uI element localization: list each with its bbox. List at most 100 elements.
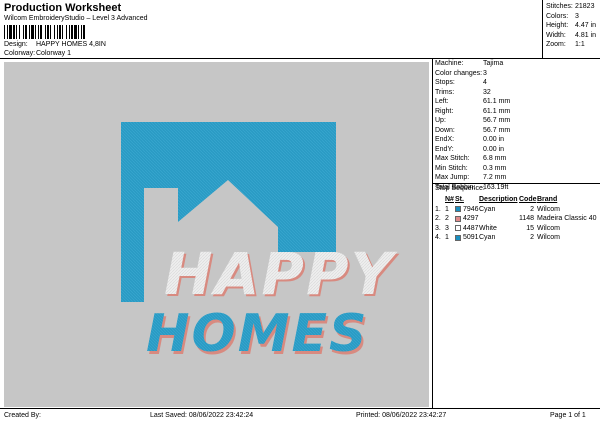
stitch-count: 5091 <box>463 234 479 241</box>
machine-details: Machine: Tajima Color changes: 3 Stops: 4 Trim… <box>435 59 600 192</box>
detail-label: Right: <box>435 107 454 115</box>
detail-value: 0.00 in <box>483 136 505 143</box>
stop-sequence-table: N# St. Description Code Brand 1. 1 7946 Cya… <box>435 195 600 243</box>
detail-value: 61.1 mm <box>483 107 511 115</box>
design-name: HAPPY HOMES 4,8IN <box>36 41 106 48</box>
stat-zoom: Zoom: 1:1 <box>546 41 585 48</box>
detail-label: Max Stitch: <box>435 155 470 162</box>
detail-row: Left: 61.1 mm <box>435 97 600 107</box>
footer-created-by: Created By: <box>4 412 41 419</box>
needle-number: 3 <box>445 224 449 232</box>
thread-brand: Madeira Classic 40 <box>537 215 597 222</box>
stitch-count-cell: 4297 <box>455 214 479 224</box>
stop-index: 3. <box>435 224 441 232</box>
detail-value: 56.7 mm <box>483 117 511 124</box>
thread-description <box>479 214 519 224</box>
worksheet-title: Production Worksheet <box>4 2 122 14</box>
thread-color-swatch <box>455 206 461 213</box>
detail-value: 0.00 in <box>483 145 505 153</box>
needle-number: 2 <box>445 215 449 222</box>
detail-label: EndX: <box>435 136 455 143</box>
stop-index: 2. <box>435 215 441 222</box>
detail-row: Right: 61.1 mm <box>435 107 600 117</box>
detail-label: EndY: <box>435 145 454 153</box>
detail-value: 163.19ft <box>483 183 509 191</box>
thread-code: 2 <box>530 234 534 241</box>
stitch-count: 7946 <box>463 205 479 213</box>
detail-label: Min Stitch: <box>435 164 468 172</box>
stop-table-header: N# St. Description Code Brand <box>445 196 558 203</box>
detail-row: EndX: 0.00 in <box>435 135 600 145</box>
detail-row: Up: 56.7 mm <box>435 116 600 126</box>
design-label: Design: <box>4 41 28 48</box>
detail-label: Max Jump: <box>435 174 470 181</box>
detail-label: Color changes: <box>435 69 483 77</box>
details-divider <box>432 58 433 408</box>
detail-label: Machine: <box>435 60 464 67</box>
detail-label: Left: <box>435 98 449 105</box>
thread-brand: Wilcom <box>537 234 560 241</box>
design-text-homes: HOMES <box>146 304 368 364</box>
thread-description: Cyan <box>479 234 496 241</box>
thread-description: Cyan <box>479 205 496 213</box>
stop-index: 4. <box>435 234 441 241</box>
stat-stitches: Stitches: 21823 <box>546 3 595 10</box>
stop-row: 2. 2 4297 1148 Madeira Classic 40 <box>435 214 600 224</box>
detail-label: Trims: <box>435 88 455 96</box>
thread-color-swatch <box>455 234 461 241</box>
detail-value: 6.8 mm <box>483 155 507 162</box>
needle-number: 1 <box>445 234 449 241</box>
detail-value: 7.2 mm <box>483 174 507 181</box>
stop-index: 1. <box>435 205 441 213</box>
stats-panel: Stitches: 21823 Colors: 3 Height: 4.47 in W… <box>546 2 600 50</box>
footer-last-saved: Last Saved: 08/06/2022 23:42:24 <box>150 412 254 419</box>
thread-description: White <box>479 224 497 232</box>
stitch-count: 4297 <box>463 215 479 222</box>
detail-label: Down: <box>435 126 455 134</box>
thread-code: 15 <box>526 224 534 232</box>
stat-height: Height: 4.47 in <box>546 22 597 29</box>
software-name: Wilcom EmbroideryStudio – Level 3 Advanc… <box>4 15 148 22</box>
stat-width: Width: 4.81 in <box>546 31 597 39</box>
thread-color-swatch <box>455 215 461 222</box>
detail-value: 3 <box>483 69 487 77</box>
stop-row: 3. 3 4487 White 15 Wilcom <box>435 224 600 234</box>
detail-row: Down: 56.7 mm <box>435 126 600 136</box>
footer-divider <box>0 408 600 409</box>
thread-brand: Wilcom <box>537 224 560 232</box>
stat-colors: Colors: 3 <box>546 12 579 20</box>
design-barcode <box>4 25 141 39</box>
design-preview: HAPPY HAPPY HOMES HOMES <box>4 62 429 407</box>
stitch-count-cell: 4487 <box>455 224 479 234</box>
colorway-label: Colorway: <box>4 50 36 57</box>
needle-number: 1 <box>445 205 449 213</box>
detail-row: Max Stitch: 6.8 mm <box>435 154 600 164</box>
design-text-happy-fill: HAPPY <box>164 240 397 308</box>
detail-row: Trims: 32 <box>435 88 600 98</box>
detail-row: EndY: 0.00 in <box>435 145 600 155</box>
thread-color-swatch <box>455 225 461 232</box>
design-row: Design: HAPPY HOMES 4,8IN <box>4 41 106 48</box>
detail-value: 32 <box>483 88 491 96</box>
detail-row: Min Stitch: 0.3 mm <box>435 164 600 174</box>
thread-code: 1148 <box>519 215 535 222</box>
footer-printed: Printed: 08/06/2022 23:42:27 <box>356 412 447 419</box>
detail-row: Stops: 4 <box>435 78 600 88</box>
detail-label: Stops: <box>435 79 455 86</box>
colorway-name: Colorway 1 <box>36 50 72 57</box>
embroidery-design: HAPPY HAPPY HOMES HOMES <box>121 122 397 367</box>
detail-value: 4 <box>483 79 487 86</box>
detail-row: Machine: Tajima <box>435 59 600 69</box>
detail-row: Max Jump: 7.2 mm <box>435 173 600 183</box>
detail-label: Up: <box>435 117 446 124</box>
footer-page: Page 1 of 1 <box>550 412 586 419</box>
stitch-count-cell: 5091 <box>455 233 479 243</box>
stats-divider <box>542 0 543 58</box>
worksheet: Production Worksheet Wilcom EmbroiderySt… <box>0 0 600 424</box>
stop-row: 1. 1 7946 Cyan 2 Wilcom <box>435 205 600 215</box>
stop-row: 4. 1 5091 Cyan 2 Wilcom <box>435 233 600 243</box>
thread-brand: Wilcom <box>537 205 560 213</box>
stitch-count-cell: 7946 <box>455 205 479 215</box>
detail-value: 61.1 mm <box>483 98 511 105</box>
detail-row: Color changes: 3 <box>435 69 600 79</box>
